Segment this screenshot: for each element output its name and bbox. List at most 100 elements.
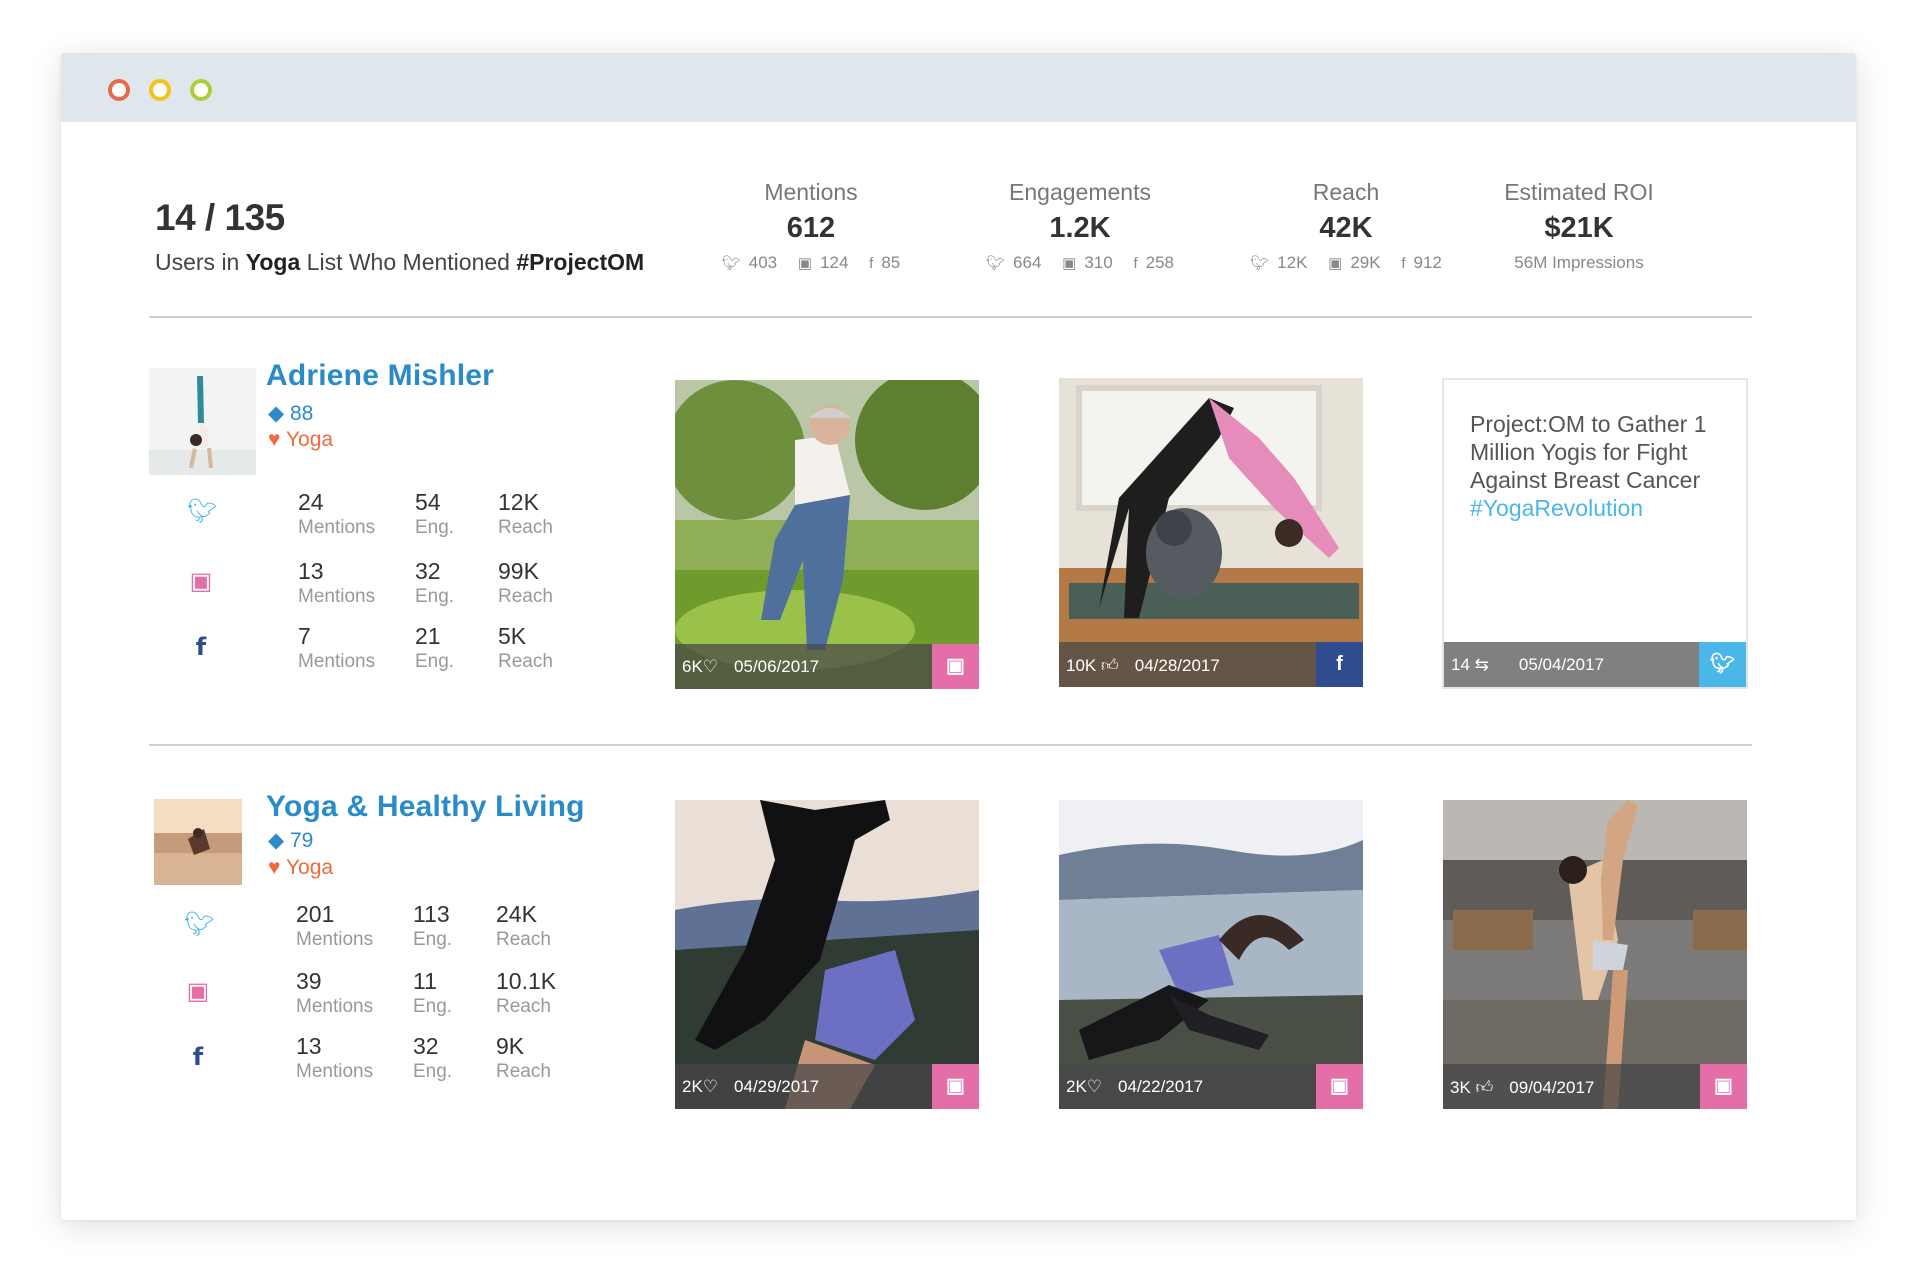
summary-text-middle: List Who Mentioned	[306, 249, 510, 275]
stat-label: Mentions	[296, 996, 374, 1017]
stat-twitter-eng: 54 Eng.	[415, 489, 454, 539]
metric-label: Estimated ROI	[1504, 179, 1654, 205]
metric-label: Reach	[1312, 179, 1380, 205]
tweet-card[interactable]: Project:OM to Gather 1 Million Yogis for…	[1442, 378, 1748, 689]
tweet-hashtag[interactable]: #YogaRevolution	[1470, 495, 1643, 521]
metric-mentions: Mentions 612 🐦︎ 403 ▣ 124 f 85	[681, 179, 941, 273]
close-window-button[interactable]	[108, 79, 130, 101]
avatar[interactable]	[149, 368, 256, 475]
instagram-icon: ▣	[186, 978, 210, 1005]
avatar-image	[154, 799, 242, 885]
summary-hashtag[interactable]: #ProjectOM	[516, 249, 644, 275]
metric-twitter-value: 12K	[1277, 253, 1308, 272]
summary-text-prefix: Users in	[155, 249, 240, 275]
post-like-count: 3K	[1450, 1078, 1471, 1097]
post-card[interactable]: 2K♡ 04/29/2017 ▣	[675, 800, 979, 1109]
stat-instagram-mentions: 39 Mentions	[296, 968, 373, 1018]
metric-value: $21K	[1544, 212, 1614, 244]
stat-label: Mentions	[296, 1061, 374, 1082]
metric-instagram-value: 310	[1084, 253, 1113, 272]
stat-value: 10.1K	[496, 968, 557, 994]
stat-value: 13	[298, 558, 324, 584]
stat-label: Eng.	[413, 929, 453, 950]
diamond-icon: ◆	[268, 402, 285, 425]
post-date: 05/06/2017	[734, 657, 820, 676]
minimize-window-button[interactable]	[149, 79, 171, 101]
stat-value: 54	[415, 489, 441, 515]
post-card[interactable]: 10K 👍︎ 04/28/2017 f	[1059, 378, 1363, 687]
post-like-count: 2K	[682, 1077, 703, 1096]
stat-value: 11	[413, 968, 437, 994]
instagram-icon: ▣	[1062, 255, 1077, 272]
stat-facebook-eng: 32 Eng.	[413, 1033, 452, 1083]
heart-outline-icon: ♡	[702, 1077, 719, 1096]
twitter-icon[interactable]: 🐦︎	[1699, 642, 1746, 687]
stat-label: Eng.	[415, 586, 455, 607]
user-list-tag[interactable]: ♥ Yoga	[268, 428, 333, 452]
thumbs-up-icon: 👍︎	[1100, 656, 1119, 675]
user-list-tag[interactable]: ♥ Yoga	[268, 856, 333, 880]
post-photo	[675, 800, 979, 1109]
metric-twitter-value: 664	[1013, 253, 1042, 272]
summary-list-name[interactable]: Yoga	[246, 249, 301, 275]
stat-twitter-reach: 24K Reach	[496, 901, 551, 951]
post-photo	[675, 380, 979, 689]
metric-engagements: Engagements 1.2K 🐦︎ 664 ▣ 310 f 258	[950, 179, 1210, 273]
instagram-icon[interactable]: ▣	[1316, 1064, 1363, 1109]
metric-breakdown: 🐦︎ 664 ▣ 310 f 258	[950, 253, 1210, 273]
user-name[interactable]: Yoga & Healthy Living	[266, 790, 585, 824]
stat-label: Reach	[496, 996, 551, 1017]
stat-value: 39	[296, 968, 322, 994]
post-photo	[1443, 800, 1747, 1109]
stat-value: 201	[296, 901, 335, 927]
stat-facebook-reach: 5K Reach	[498, 623, 553, 673]
metric-breakdown: 🐦︎ 403 ▣ 124 f 85	[681, 253, 941, 273]
post-card[interactable]: 3K 👍︎ 09/04/2017 ▣	[1443, 800, 1747, 1109]
facebook-icon[interactable]: f	[1316, 642, 1363, 687]
instagram-icon[interactable]: ▣	[932, 644, 979, 689]
section-divider	[149, 744, 1752, 746]
post-photo	[1059, 800, 1363, 1109]
instagram-icon[interactable]: ▣	[1700, 1064, 1747, 1109]
diamond-icon: ◆	[268, 829, 285, 852]
stat-label: Mentions	[296, 929, 374, 950]
stat-value: 7	[298, 623, 311, 649]
stat-instagram-eng: 32 Eng.	[415, 558, 454, 608]
summary-user-count: 14 / 135	[155, 197, 285, 238]
stat-twitter-mentions: 24 Mentions	[298, 489, 375, 539]
stat-value: 13	[296, 1033, 322, 1059]
user-name[interactable]: Adriene Mishler	[266, 359, 494, 393]
user-score-value: 88	[290, 402, 314, 425]
stat-label: Eng.	[415, 651, 455, 672]
post-date: 04/29/2017	[734, 1077, 820, 1096]
metric-value: 612	[786, 212, 836, 244]
retweet-icon: ⇆	[1474, 655, 1489, 674]
facebook-icon: f	[1401, 255, 1406, 272]
twitter-icon: 🐦︎	[187, 498, 218, 525]
metric-facebook-value: 258	[1145, 253, 1174, 272]
stat-label: Reach	[496, 929, 551, 950]
avatar[interactable]	[154, 799, 242, 885]
maximize-window-button[interactable]	[190, 79, 212, 101]
metric-breakdown: 🐦︎ 12K ▣ 29K f 912	[1216, 253, 1476, 273]
stat-twitter-eng: 113 Eng.	[413, 901, 452, 951]
stat-label: Reach	[498, 586, 553, 607]
post-card[interactable]: 6K♡ 05/06/2017 ▣	[675, 380, 979, 689]
stat-instagram-eng: 11 Eng.	[413, 968, 452, 1018]
metric-impressions: 56M Impressions	[1514, 253, 1644, 272]
post-date: 04/28/2017	[1134, 656, 1220, 675]
stat-value: 32	[415, 558, 441, 584]
stat-value: 24K	[496, 901, 537, 927]
user-list-label: Yoga	[285, 856, 334, 879]
stat-facebook-mentions: 7 Mentions	[298, 623, 375, 673]
instagram-icon: ▣	[1328, 255, 1343, 272]
post-like-count: 2K	[1066, 1077, 1087, 1096]
post-card[interactable]: 2K♡ 04/22/2017 ▣	[1059, 800, 1363, 1109]
post-date: 09/04/2017	[1509, 1078, 1595, 1097]
heart-outline-icon: ♡	[1086, 1077, 1103, 1096]
stat-label: Eng.	[415, 517, 455, 538]
browser-window: 14 / 135 Users in Yoga List Who Mentione…	[61, 53, 1856, 1220]
instagram-icon[interactable]: ▣	[932, 1064, 979, 1109]
user-score: ◆ 79	[268, 828, 313, 853]
summary-description: Users in Yoga List Who Mentioned #Projec…	[155, 249, 644, 276]
